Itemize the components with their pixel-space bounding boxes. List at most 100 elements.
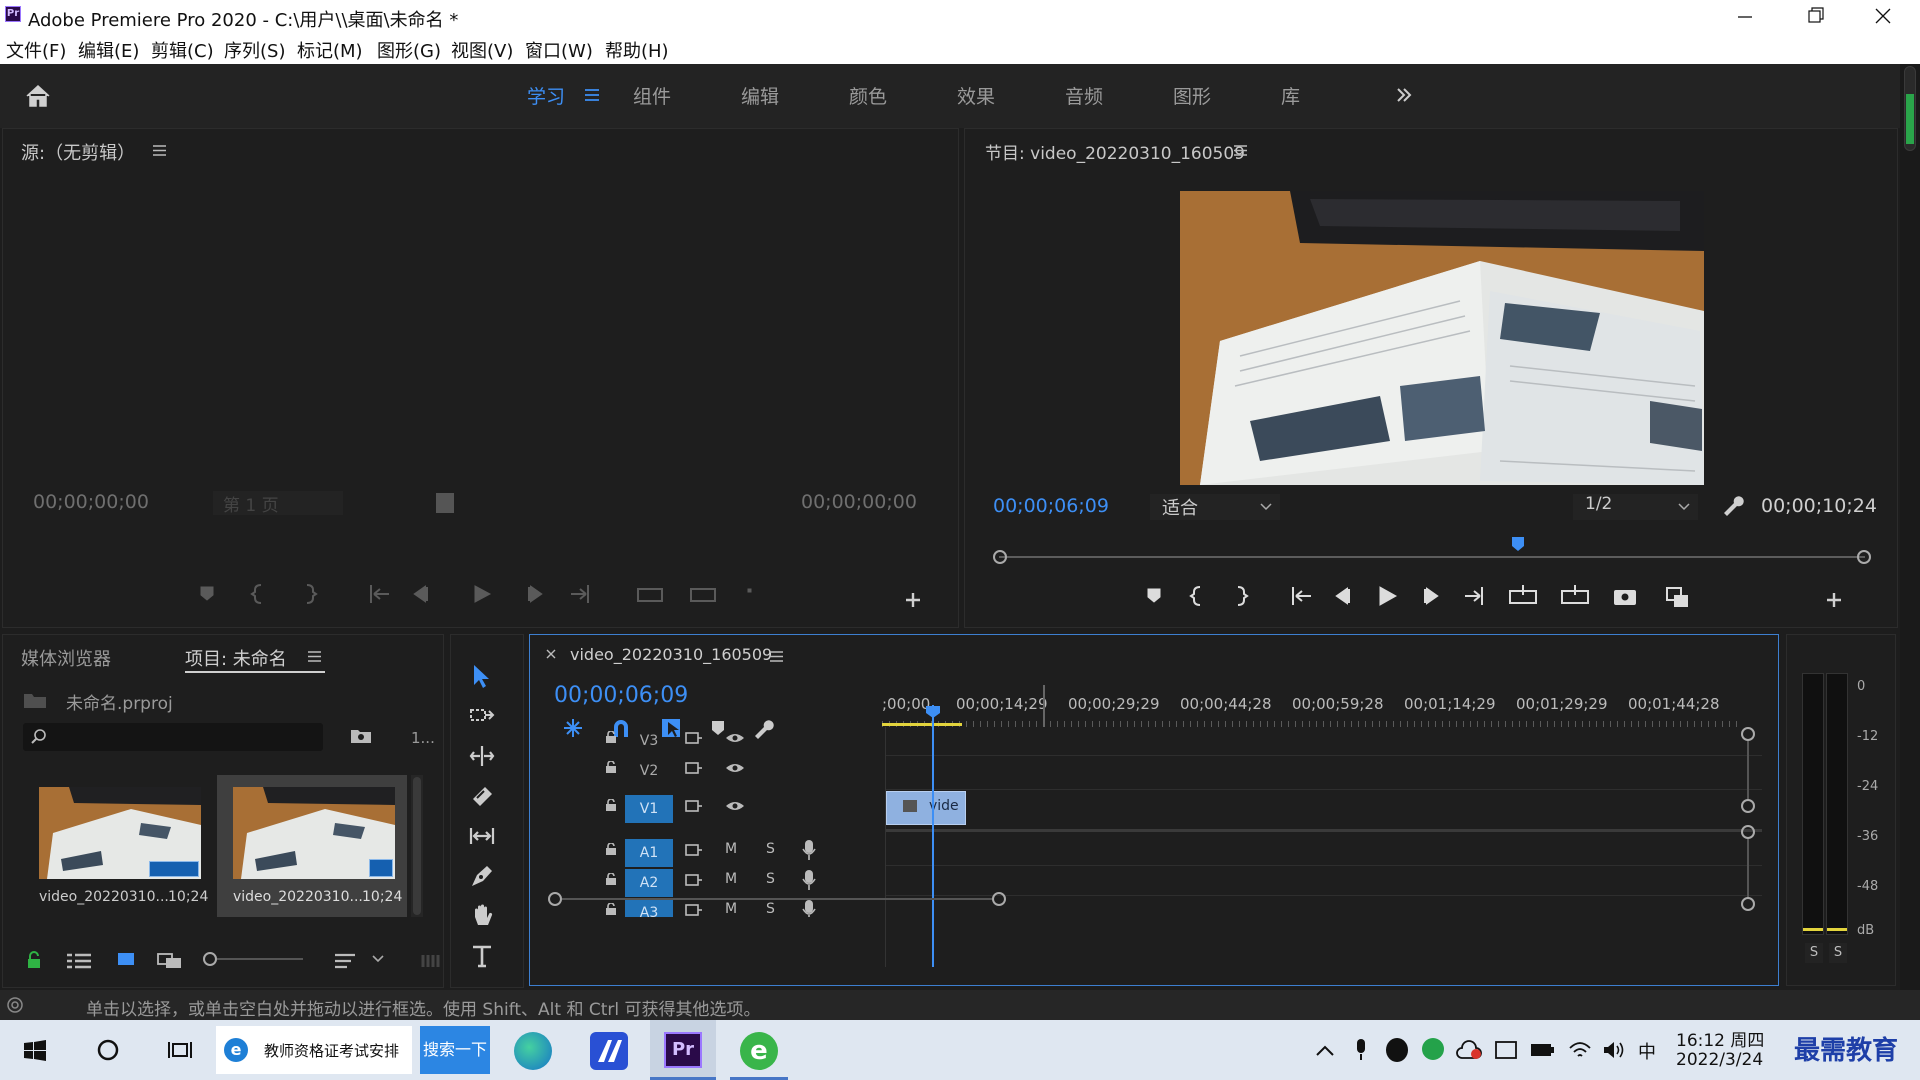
search-button[interactable]: 搜索一下 <box>420 1026 490 1074</box>
lock-icon[interactable] <box>605 761 617 773</box>
tab-assembly[interactable]: 组件 <box>633 82 671 109</box>
minimize-button[interactable] <box>1730 0 1760 34</box>
main-scrollbar[interactable] <box>1900 64 1920 990</box>
track-area[interactable]: vide <box>885 705 1762 967</box>
track-label[interactable]: V1 <box>625 795 673 823</box>
qq-tray-icon[interactable] <box>1386 1038 1408 1062</box>
eye-icon[interactable] <box>725 732 745 744</box>
volume-icon[interactable] <box>1602 1040 1626 1060</box>
new-bin-icon[interactable] <box>350 727 372 745</box>
menu-graphics[interactable]: 图形(G) <box>377 37 441 63</box>
automate-icon[interactable] <box>421 953 443 969</box>
track-label[interactable]: V3 <box>625 727 673 755</box>
panel-menu-icon[interactable] <box>308 651 321 662</box>
mute-button[interactable]: M <box>725 871 737 887</box>
task-view-icon[interactable] <box>167 1038 193 1062</box>
premiere-taskbar-button[interactable]: Pr <box>650 1020 716 1080</box>
lock-icon[interactable] <box>605 873 617 885</box>
program-timecode[interactable]: 00;00;06;09 <box>993 495 1109 517</box>
menu-help[interactable]: 帮助(H) <box>605 37 669 63</box>
tab-graphics[interactable]: 图形 <box>1173 82 1211 109</box>
eye-icon[interactable] <box>725 762 745 774</box>
tab-effects[interactable]: 效果 <box>957 82 995 109</box>
lock-icon[interactable] <box>605 731 617 743</box>
screenshot-tray-icon[interactable] <box>1494 1038 1518 1062</box>
sort-icon[interactable] <box>335 953 357 969</box>
workspace-menu-icon[interactable] <box>585 89 599 101</box>
timeline-zoom-scrollbar[interactable] <box>548 891 1008 907</box>
browser-app-icon[interactable]: e <box>740 1032 778 1070</box>
tab-project[interactable]: 项目: 未命名 <box>185 645 287 671</box>
sync-lock-icon[interactable] <box>685 799 703 813</box>
wrench-icon[interactable] <box>1720 493 1744 517</box>
project-item[interactable]: video_20220310... 10;24 <box>23 775 213 917</box>
close-button[interactable] <box>1868 0 1898 34</box>
microphone-tray-icon[interactable] <box>1354 1038 1368 1062</box>
fit-icon[interactable] <box>436 493 454 513</box>
tab-learn[interactable]: 学习 <box>527 82 565 109</box>
tab-audio[interactable]: 音频 <box>1065 82 1103 109</box>
menu-clip[interactable]: 剪辑(C) <box>151 37 214 63</box>
green-tray-icon[interactable] <box>1422 1038 1444 1060</box>
track-label[interactable]: V2 <box>625 757 673 785</box>
hand-tool-icon[interactable] <box>469 903 495 929</box>
menu-file[interactable]: 文件(F) <box>6 37 66 63</box>
freeform-view-icon[interactable] <box>157 951 183 969</box>
clock-date[interactable]: 2022/3/24 <box>1676 1050 1763 1070</box>
selection-tool-icon[interactable] <box>469 663 495 689</box>
microphone-icon[interactable] <box>802 839 816 861</box>
edge-tab-button[interactable]: e 教师资格证考试安排 <box>216 1026 412 1074</box>
menu-view[interactable]: 视图(V) <box>451 37 513 63</box>
lock-icon[interactable] <box>605 799 617 811</box>
program-playhead[interactable] <box>1511 536 1525 552</box>
time-ruler[interactable]: ;00;00 00;00;14;29 00;00;29;29 00;00;44;… <box>882 685 1762 727</box>
tab-color[interactable]: 颜色 <box>849 82 887 109</box>
lock-icon[interactable] <box>27 951 41 969</box>
lock-icon[interactable] <box>605 843 617 855</box>
media-app-icon[interactable] <box>590 1032 628 1070</box>
timeline-tab[interactable]: video_20220310_160509 <box>570 645 772 664</box>
solo-left-button[interactable]: S <box>1805 943 1823 963</box>
program-add-button-icon[interactable] <box>1825 591 1843 609</box>
razor-tool-icon[interactable] <box>469 783 495 809</box>
panel-menu-icon[interactable] <box>153 145 166 156</box>
project-scrollbar[interactable] <box>411 775 423 917</box>
menu-window[interactable]: 窗口(W) <box>525 37 593 63</box>
sync-lock-icon[interactable] <box>685 843 703 857</box>
tray-chevron-up-icon[interactable] <box>1316 1044 1334 1056</box>
clock-time[interactable]: 16:12 周四 <box>1676 1026 1764 1051</box>
wifi-icon[interactable] <box>1568 1040 1592 1060</box>
solo-button[interactable]: S <box>766 841 775 857</box>
page-select[interactable]: 第 1 页 <box>213 491 343 516</box>
menu-sequence[interactable]: 序列(S) <box>224 37 285 63</box>
track-select-tool-icon[interactable] <box>469 703 495 729</box>
fit-select[interactable]: 适合 <box>1150 494 1280 520</box>
double-chevron-right-icon[interactable] <box>1395 86 1413 104</box>
windows-start-icon[interactable] <box>24 1040 46 1062</box>
menu-edit[interactable]: 编辑(E) <box>78 37 139 63</box>
slip-tool-icon[interactable] <box>469 823 495 849</box>
close-icon[interactable] <box>546 649 556 659</box>
video-clip[interactable]: vide <box>886 791 966 825</box>
panel-menu-icon[interactable] <box>1234 145 1247 156</box>
panel-menu-icon[interactable] <box>770 651 783 662</box>
edge-app-icon[interactable] <box>514 1032 552 1070</box>
eye-icon[interactable] <box>725 800 745 812</box>
restore-button[interactable] <box>1800 0 1830 34</box>
sync-lock-icon[interactable] <box>685 761 703 775</box>
timeline-timecode[interactable]: 00;00;06;09 <box>554 683 688 708</box>
ripple-edit-tool-icon[interactable] <box>469 743 495 769</box>
type-tool-icon[interactable] <box>469 943 495 969</box>
zoom-slider[interactable] <box>203 951 303 967</box>
project-search-input[interactable] <box>23 723 323 751</box>
tab-editing[interactable]: 编辑 <box>741 82 779 109</box>
track-label[interactable]: A1 <box>625 839 673 867</box>
program-scrubber[interactable] <box>983 536 1881 566</box>
sync-lock-icon[interactable] <box>685 873 703 887</box>
home-icon[interactable] <box>24 82 52 110</box>
menu-marker[interactable]: 标记(M) <box>297 37 363 63</box>
resolution-select[interactable]: 1/2 <box>1573 494 1698 520</box>
solo-button[interactable]: S <box>766 871 775 887</box>
tab-media-browser[interactable]: 媒体浏览器 <box>21 645 111 671</box>
icon-view-icon[interactable] <box>117 951 135 967</box>
